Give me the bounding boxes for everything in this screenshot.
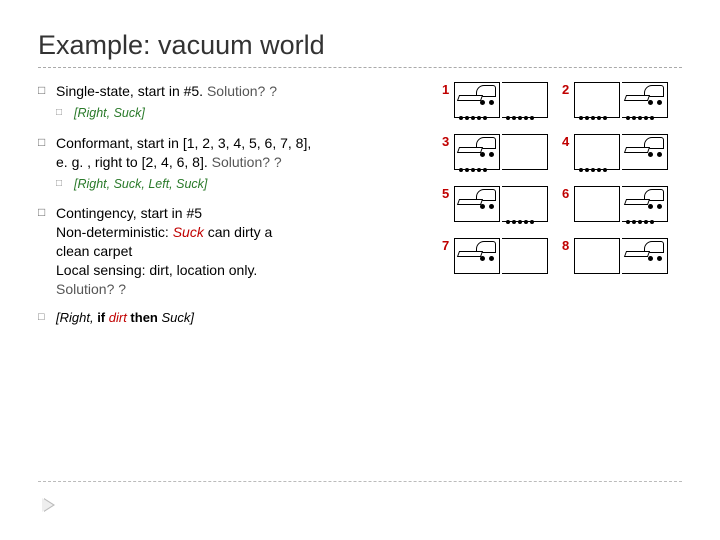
cell-right bbox=[622, 134, 668, 170]
state-2: 2 bbox=[562, 82, 672, 126]
state-number: 7 bbox=[442, 238, 452, 253]
bullet-conformant-answer: [Right, Suck, Left, Suck] bbox=[38, 176, 432, 193]
nav-play-icon[interactable] bbox=[44, 498, 55, 512]
cell-left bbox=[574, 82, 620, 118]
text-line-1: Conformant, start in [1, 2, 3, 4, 5, 6, … bbox=[56, 134, 432, 153]
state-7: 7 bbox=[442, 238, 552, 282]
state-5: 5 bbox=[442, 186, 552, 230]
solution-prompt: Solution? ? bbox=[207, 83, 277, 99]
cell-right bbox=[502, 82, 548, 118]
cell-left bbox=[574, 134, 620, 170]
solution-prompt: Solution? ? bbox=[56, 280, 432, 299]
suck-word: Suck bbox=[173, 224, 204, 240]
then-keyword: then bbox=[127, 310, 162, 325]
state-number: 8 bbox=[562, 238, 572, 253]
cell-right bbox=[622, 82, 668, 118]
text-line-2b: can dirty a bbox=[204, 224, 272, 240]
cell-left bbox=[574, 186, 620, 222]
slide-title: Example: vacuum world bbox=[38, 30, 682, 61]
suck-word: Suck] bbox=[161, 310, 194, 325]
state-1: 1 bbox=[442, 82, 552, 126]
state-number: 1 bbox=[442, 82, 452, 97]
text-line-4: Local sensing: dirt, location only. bbox=[56, 261, 432, 280]
cell-left bbox=[454, 238, 500, 274]
text-line-3: clean carpet bbox=[56, 242, 432, 261]
cell-right bbox=[502, 186, 548, 222]
text: [Right, Suck, Left, Suck] bbox=[74, 177, 207, 191]
text-line-1: Contingency, start in #5 bbox=[56, 204, 432, 223]
cell-right bbox=[622, 238, 668, 274]
text: [Right, Suck] bbox=[74, 106, 145, 120]
cell-right bbox=[502, 238, 548, 274]
state-grid-column: 1 2 3 4 5 6 7 8 bbox=[442, 82, 682, 330]
state-4: 4 bbox=[562, 134, 672, 178]
state-number: 3 bbox=[442, 134, 452, 149]
bullet-conformant: Conformant, start in [1, 2, 3, 4, 5, 6, … bbox=[38, 134, 432, 172]
if-keyword: if bbox=[97, 310, 109, 325]
text-line-2: e. g. , right to [2, 4, 6, 8]. bbox=[56, 154, 212, 170]
state-6: 6 bbox=[562, 186, 672, 230]
cell-left bbox=[454, 186, 500, 222]
state-number: 2 bbox=[562, 82, 572, 97]
text-line-2a: Non-deterministic: bbox=[56, 224, 173, 240]
state-8: 8 bbox=[562, 238, 672, 282]
state-number: 6 bbox=[562, 186, 572, 201]
cell-right bbox=[622, 186, 668, 222]
content-row: Single-state, start in #5. Solution? ? [… bbox=[38, 82, 682, 330]
slide: Example: vacuum world Single-state, star… bbox=[0, 0, 720, 540]
bullet-contingency: Contingency, start in #5 Non-determinist… bbox=[38, 204, 432, 298]
bullet-column: Single-state, start in #5. Solution? ? [… bbox=[38, 82, 432, 330]
bullet-contingency-answer: [Right, if dirt then Suck] bbox=[38, 309, 432, 327]
solution-prompt: Solution? ? bbox=[212, 154, 282, 170]
state-number: 4 bbox=[562, 134, 572, 149]
cell-left bbox=[454, 82, 500, 118]
dirt-word: dirt bbox=[109, 310, 127, 325]
state-number: 5 bbox=[442, 186, 452, 201]
title-divider bbox=[38, 67, 682, 68]
text-pre: [Right, bbox=[56, 310, 97, 325]
text: Single-state, start in #5. bbox=[56, 83, 207, 99]
state-grid: 1 2 3 4 5 6 7 8 bbox=[442, 82, 682, 282]
cell-right bbox=[502, 134, 548, 170]
bullet-single-state-answer: [Right, Suck] bbox=[38, 105, 432, 122]
cell-left bbox=[574, 238, 620, 274]
state-3: 3 bbox=[442, 134, 552, 178]
bullet-single-state: Single-state, start in #5. Solution? ? bbox=[38, 82, 432, 101]
cell-left bbox=[454, 134, 500, 170]
footer-divider bbox=[38, 481, 682, 482]
